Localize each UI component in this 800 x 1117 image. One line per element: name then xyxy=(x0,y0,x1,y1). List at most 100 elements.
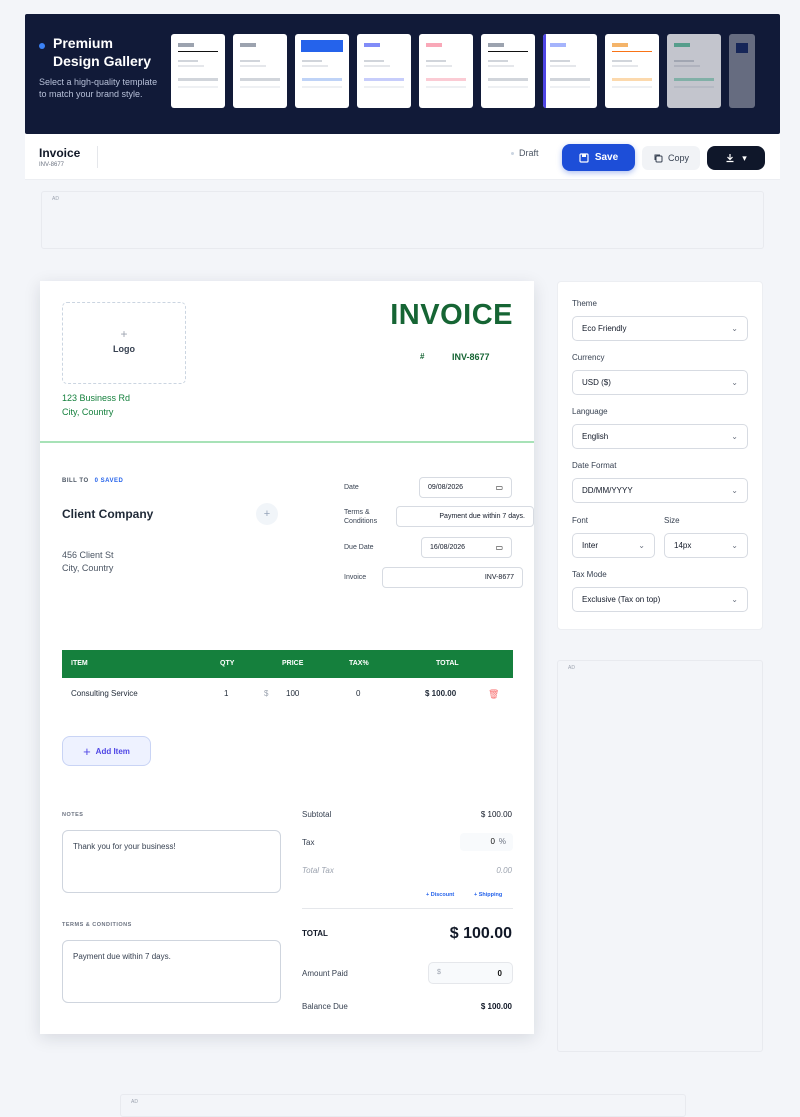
balance-due-value: $ 100.00 xyxy=(480,1002,512,1011)
download-icon xyxy=(726,154,734,163)
theme-label: Theme xyxy=(572,299,597,308)
settings-panel: Theme Eco Friendly ⌄ Currency USD ($) ⌄ La… xyxy=(557,281,763,630)
terms-textarea[interactable]: Payment due within 7 days. xyxy=(62,940,281,1003)
chevron-down-icon: ⌄ xyxy=(731,541,738,550)
theme-select[interactable]: Eco Friendly ⌄ xyxy=(572,316,748,341)
add-discount-link[interactable]: + Discount xyxy=(426,892,454,898)
ad-slot-bottom: AD xyxy=(120,1094,686,1117)
amount-paid-label: Amount Paid xyxy=(302,969,348,978)
date-field[interactable]: 09/08/2026 ▭ xyxy=(419,477,512,498)
invoice-title: INVOICE xyxy=(390,299,513,331)
calendar-icon: ▭ xyxy=(495,483,503,492)
col-total: TOTAL xyxy=(436,660,459,667)
tax-mode-select[interactable]: Exclusive (Tax on top) ⌄ xyxy=(572,587,748,612)
currency-label: Currency xyxy=(572,353,605,362)
terms-field[interactable]: Payment due within 7 days. xyxy=(396,506,534,527)
subtotal-value: $ 100.00 xyxy=(480,810,512,819)
item-qty[interactable]: 1 xyxy=(224,689,228,698)
plus-icon: + xyxy=(263,508,271,520)
balance-due-label: Balance Due xyxy=(302,1002,348,1011)
col-qty: QTY xyxy=(220,660,235,667)
download-button[interactable]: ▾ xyxy=(707,146,765,170)
items-table-header: ITEM QTY PRICE TAX% TOTAL xyxy=(62,650,513,678)
total-value: $ 100.00 xyxy=(449,925,512,942)
template-thumbnails xyxy=(171,34,755,108)
invoice-number[interactable]: INV-8677 xyxy=(452,352,490,362)
template-gallery: Premium Design Gallery Select a high-qua… xyxy=(25,14,780,134)
invoice-label: Invoice xyxy=(344,574,367,581)
gallery-subtitle: Select a high-quality template to match … xyxy=(39,77,158,99)
size-label: Size xyxy=(664,516,680,525)
plus-icon: + xyxy=(120,327,128,341)
terms-label: Terms & Conditions xyxy=(344,509,378,525)
bill-to-label: BILL TO 0 SAVED xyxy=(62,478,124,484)
template-thumbnail[interactable] xyxy=(419,34,473,108)
date-format-label: Date Format xyxy=(572,461,617,470)
copy-button[interactable]: Copy xyxy=(642,146,700,170)
summary-divider xyxy=(302,908,513,909)
action-bar: Invoice INV-8677 Draft Save Copy ▾ xyxy=(25,134,780,180)
notes-label: NOTES xyxy=(62,812,84,818)
size-select[interactable]: 14px ⌄ xyxy=(664,533,748,558)
template-thumbnail[interactable] xyxy=(729,34,755,108)
calendar-icon: ▭ xyxy=(495,543,503,552)
currency-select[interactable]: USD ($) ⌄ xyxy=(572,370,748,395)
save-button[interactable]: Save xyxy=(562,144,635,171)
gallery-title: Premium Design Gallery xyxy=(39,34,151,70)
table-row: Consulting Service 1 $ 100 0 $ 100.00 🗑 xyxy=(62,678,513,710)
saved-clients-link[interactable]: 0 SAVED xyxy=(95,478,124,484)
tax-input[interactable]: 0% xyxy=(460,833,513,851)
total-tax-label: Total Tax xyxy=(302,866,334,875)
notes-textarea[interactable]: Thank you for your business! xyxy=(62,830,281,893)
template-thumbnail[interactable] xyxy=(481,34,535,108)
add-shipping-link[interactable]: + Shipping xyxy=(474,892,502,898)
draft-button[interactable]: Draft xyxy=(511,148,539,158)
template-thumbnail[interactable] xyxy=(605,34,659,108)
item-total: $ 100.00 xyxy=(425,689,457,698)
col-price: PRICE xyxy=(282,660,304,667)
subtotal-label: Subtotal xyxy=(302,810,332,819)
chevron-down-icon: ⌄ xyxy=(731,595,738,604)
chevron-down-icon: ⌄ xyxy=(731,378,738,387)
item-price[interactable]: 100 xyxy=(286,689,299,698)
font-select[interactable]: Inter ⌄ xyxy=(572,533,655,558)
client-address[interactable]: 456 Client St City, Country xyxy=(62,549,114,575)
item-currency: $ xyxy=(264,689,269,698)
logo-upload[interactable]: + Logo xyxy=(62,302,186,384)
gallery-dot-icon xyxy=(39,43,45,49)
invoice-number-field[interactable]: INV-8677 xyxy=(382,567,523,588)
business-address[interactable]: 123 Business Rd City, Country xyxy=(62,391,130,419)
client-name[interactable]: Client Company xyxy=(62,507,153,521)
template-thumbnail[interactable] xyxy=(667,34,721,108)
template-thumbnail[interactable] xyxy=(357,34,411,108)
date-format-select[interactable]: DD/MM/YYYY ⌄ xyxy=(572,478,748,503)
chevron-down-icon: ⌄ xyxy=(731,486,738,495)
copy-icon xyxy=(654,154,663,163)
col-tax: TAX% xyxy=(349,660,369,667)
font-label: Font xyxy=(572,516,589,525)
document-id: INV-8677 xyxy=(39,162,65,168)
template-thumbnail[interactable] xyxy=(233,34,287,108)
due-date-label: Due Date xyxy=(344,544,374,551)
template-thumbnail[interactable] xyxy=(171,34,225,108)
language-select[interactable]: English ⌄ xyxy=(572,424,748,449)
chevron-down-icon: ⌄ xyxy=(731,432,738,441)
amount-paid-input[interactable]: $0 xyxy=(428,962,513,984)
terms-section-label: TERMS & CONDITIONS xyxy=(62,922,132,928)
template-thumbnail[interactable] xyxy=(295,34,349,108)
chevron-down-icon: ⌄ xyxy=(638,541,645,550)
date-label: Date xyxy=(344,484,359,491)
item-tax[interactable]: 0 xyxy=(356,689,360,698)
document-title: Invoice xyxy=(39,146,81,160)
delete-row-icon[interactable]: 🗑 xyxy=(488,689,499,700)
total-tax-value: 0.00 xyxy=(496,866,512,875)
chevron-down-icon: ▾ xyxy=(742,152,747,163)
item-description[interactable]: Consulting Service xyxy=(71,689,138,698)
save-icon xyxy=(579,152,589,163)
due-date-field[interactable]: 16/08/2026 ▭ xyxy=(421,537,512,558)
add-item-button[interactable]: + Add Item xyxy=(62,736,151,766)
add-client-button[interactable]: + xyxy=(256,503,278,525)
template-thumbnail[interactable] xyxy=(543,34,597,108)
tax-mode-label: Tax Mode xyxy=(572,570,607,579)
divider xyxy=(97,146,98,168)
